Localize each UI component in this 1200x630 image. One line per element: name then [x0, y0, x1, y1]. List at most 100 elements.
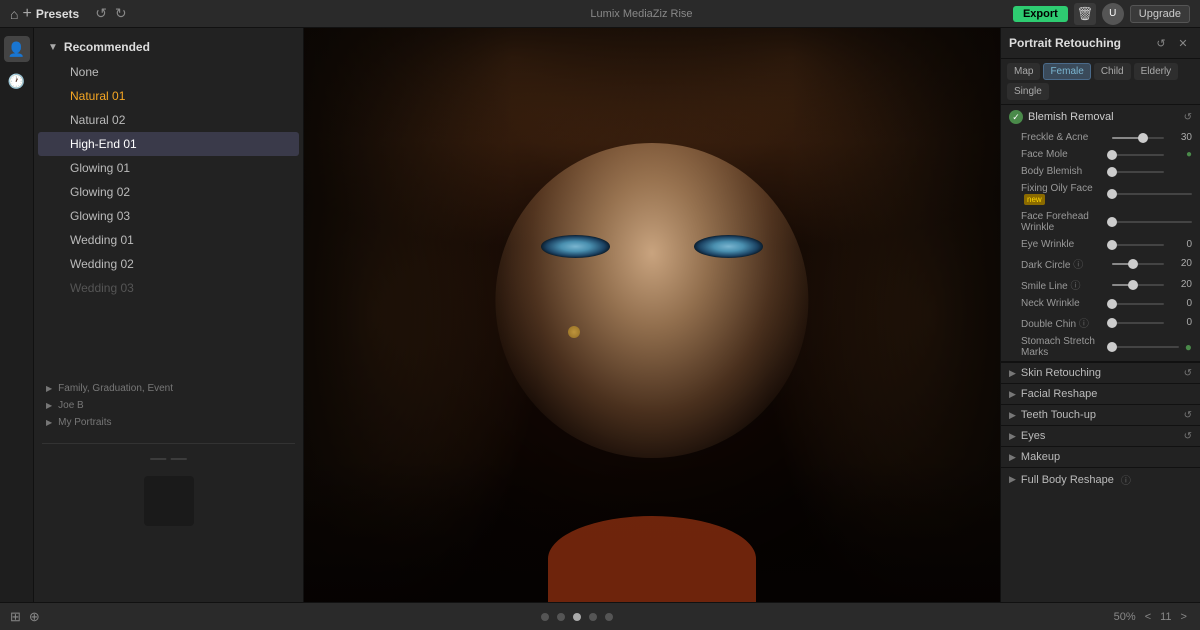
makeup-chevron-icon: ▶: [1009, 452, 1016, 463]
portrait-tabs: Map Female Child Elderly Single: [1001, 59, 1200, 105]
skin-section-header[interactable]: ▶ Skin Retouching ↺: [1001, 362, 1200, 383]
reset-icon[interactable]: ↺: [1152, 34, 1170, 52]
prev-page-btn[interactable]: <: [1142, 611, 1154, 623]
blemish-reset-icon[interactable]: ↺: [1184, 112, 1192, 123]
eyewrinkle-slider[interactable]: [1112, 244, 1164, 246]
smileline-slider[interactable]: [1112, 284, 1164, 286]
neckwrinkle-slider[interactable]: [1112, 303, 1164, 305]
doublechin-row: Double Chin ⓘ 0: [1001, 312, 1200, 333]
blemish-section: ✓ Blemish Removal ↺ Freckle & Acne 30 Fa…: [1001, 105, 1200, 362]
eyes-chevron-icon: ▶: [1009, 431, 1016, 442]
fit-icon[interactable]: ⊞: [10, 609, 21, 625]
tab-child[interactable]: Child: [1094, 63, 1131, 80]
blemish-header[interactable]: ✓ Blemish Removal ↺: [1001, 105, 1200, 129]
nav-dot-1[interactable]: [541, 613, 549, 621]
sidebar-nav-joeb[interactable]: ▶ Joe B: [42, 397, 295, 414]
bodyblemish-slider[interactable]: [1112, 171, 1164, 173]
darkcircle-row: Dark Circle ⓘ 20: [1001, 253, 1200, 274]
neckwrinkle-thumb[interactable]: [1107, 299, 1117, 309]
fullbody-chevron-icon: ▶: [1009, 474, 1016, 485]
sidebar-nav-portraits[interactable]: ▶ My Portraits: [42, 414, 295, 431]
teeth-reset-icon[interactable]: ↺: [1184, 410, 1192, 421]
left-sidebar: ▼ Recommended None Natural 01 Natural 02…: [34, 28, 304, 602]
redo-icon[interactable]: ↻: [115, 5, 127, 22]
preset-item-glowing01[interactable]: Glowing 01: [38, 156, 299, 180]
tab-female[interactable]: Female: [1043, 63, 1090, 80]
preset-item-natural02[interactable]: Natural 02: [38, 108, 299, 132]
skin-reset-icon[interactable]: ↺: [1184, 368, 1192, 379]
freckle-thumb[interactable]: [1138, 133, 1148, 143]
skin-title: Skin Retouching: [1021, 367, 1101, 379]
preset-item-wedding03[interactable]: Wedding 03: [38, 276, 299, 300]
eyes-reset-icon[interactable]: ↺: [1184, 431, 1192, 442]
window-title: Lumix MediaZiz Rise: [590, 8, 692, 20]
freckle-slider[interactable]: [1112, 137, 1164, 139]
preset-item-wedding02[interactable]: Wedding 02: [38, 252, 299, 276]
teeth-section-header[interactable]: ▶ Teeth Touch-up ↺: [1001, 404, 1200, 425]
eyes-section-header[interactable]: ▶ Eyes ↺: [1001, 425, 1200, 446]
add-icon[interactable]: +: [22, 5, 31, 23]
preset-item-glowing02[interactable]: Glowing 02: [38, 180, 299, 204]
panel-title: Portrait Retouching: [1009, 36, 1121, 50]
category-label: Recommended: [64, 40, 150, 54]
sidebar-nav-family[interactable]: ▶ Family, Graduation, Event: [42, 380, 295, 397]
home-icon[interactable]: ⌂: [10, 6, 18, 22]
stretchmarks-thumb[interactable]: [1107, 342, 1117, 352]
foreheadwrinkle-thumb[interactable]: [1107, 217, 1117, 227]
zoom-level: 50%: [1114, 611, 1136, 623]
facial-section-header[interactable]: ▶ Facial Reshape: [1001, 383, 1200, 404]
tab-single[interactable]: Single: [1007, 83, 1049, 100]
history-icon[interactable]: 🕐: [4, 68, 30, 94]
tab-map[interactable]: Map: [1007, 63, 1040, 80]
smileline-thumb[interactable]: [1128, 280, 1138, 290]
nav-dot-4[interactable]: [589, 613, 597, 621]
presets-label: Presets: [36, 7, 79, 21]
teeth-chevron-icon: ▶: [1009, 410, 1016, 421]
preset-item-natural01[interactable]: Natural 01: [38, 84, 299, 108]
nav-dot-3[interactable]: [573, 613, 581, 621]
bottom-center: [541, 613, 613, 621]
oilyface-thumb[interactable]: [1107, 189, 1117, 199]
nav-dot-2[interactable]: [557, 613, 565, 621]
undo-icon[interactable]: ↺: [95, 5, 107, 22]
doublechin-thumb[interactable]: [1107, 318, 1117, 328]
close-panel-icon[interactable]: ✕: [1174, 34, 1192, 52]
preset-item-glowing03[interactable]: Glowing 03: [38, 204, 299, 228]
fullbody-section-header[interactable]: ▶ Full Body Reshape ⓘ: [1001, 467, 1200, 491]
tab-elderly[interactable]: Elderly: [1134, 63, 1179, 80]
neckwrinkle-value: 0: [1170, 298, 1192, 309]
fullbody-info: ⓘ: [1121, 472, 1131, 487]
trash-icon[interactable]: 🗑: [1074, 3, 1096, 25]
icon-rail: 👤 🕐: [0, 28, 34, 602]
doublechin-slider[interactable]: [1112, 322, 1164, 324]
next-page-btn[interactable]: >: [1178, 611, 1190, 623]
facemole-slider[interactable]: [1112, 154, 1164, 156]
upgrade-button[interactable]: Upgrade: [1130, 5, 1190, 23]
export-button[interactable]: Export: [1013, 6, 1068, 22]
foreheadwrinkle-slider[interactable]: [1112, 221, 1192, 223]
neckwrinkle-row: Neck Wrinkle 0: [1001, 295, 1200, 312]
nav-dot-5[interactable]: [605, 613, 613, 621]
teeth-title: Teeth Touch-up: [1021, 409, 1096, 421]
darkcircle-thumb[interactable]: [1128, 259, 1138, 269]
oilyface-slider[interactable]: [1112, 193, 1192, 195]
preset-item-wedding01[interactable]: Wedding 01: [38, 228, 299, 252]
person-icon[interactable]: 👤: [4, 36, 30, 62]
category-header[interactable]: ▼ Recommended: [34, 34, 303, 60]
foreheadwrinkle-label: Face Forehead Wrinkle: [1021, 211, 1106, 233]
facemole-thumb[interactable]: [1107, 150, 1117, 160]
bodyblemish-thumb[interactable]: [1107, 167, 1117, 177]
preset-item-none[interactable]: None: [38, 60, 299, 84]
zoom-icon[interactable]: ⊕: [29, 609, 40, 625]
blemish-toggle[interactable]: ✓: [1009, 110, 1023, 124]
eyes-title: Eyes: [1021, 430, 1045, 442]
portrait-canvas: [304, 28, 1000, 602]
eyewrinkle-thumb[interactable]: [1107, 240, 1117, 250]
makeup-section-header[interactable]: ▶ Makeup: [1001, 446, 1200, 467]
darkcircle-slider[interactable]: [1112, 263, 1164, 265]
face-highlight: [495, 143, 808, 459]
preset-item-highend01[interactable]: High-End 01: [38, 132, 299, 156]
avatar[interactable]: U: [1102, 3, 1124, 25]
stretchmarks-slider[interactable]: [1112, 346, 1179, 348]
smileline-label: Smile Line ⓘ: [1021, 277, 1106, 292]
